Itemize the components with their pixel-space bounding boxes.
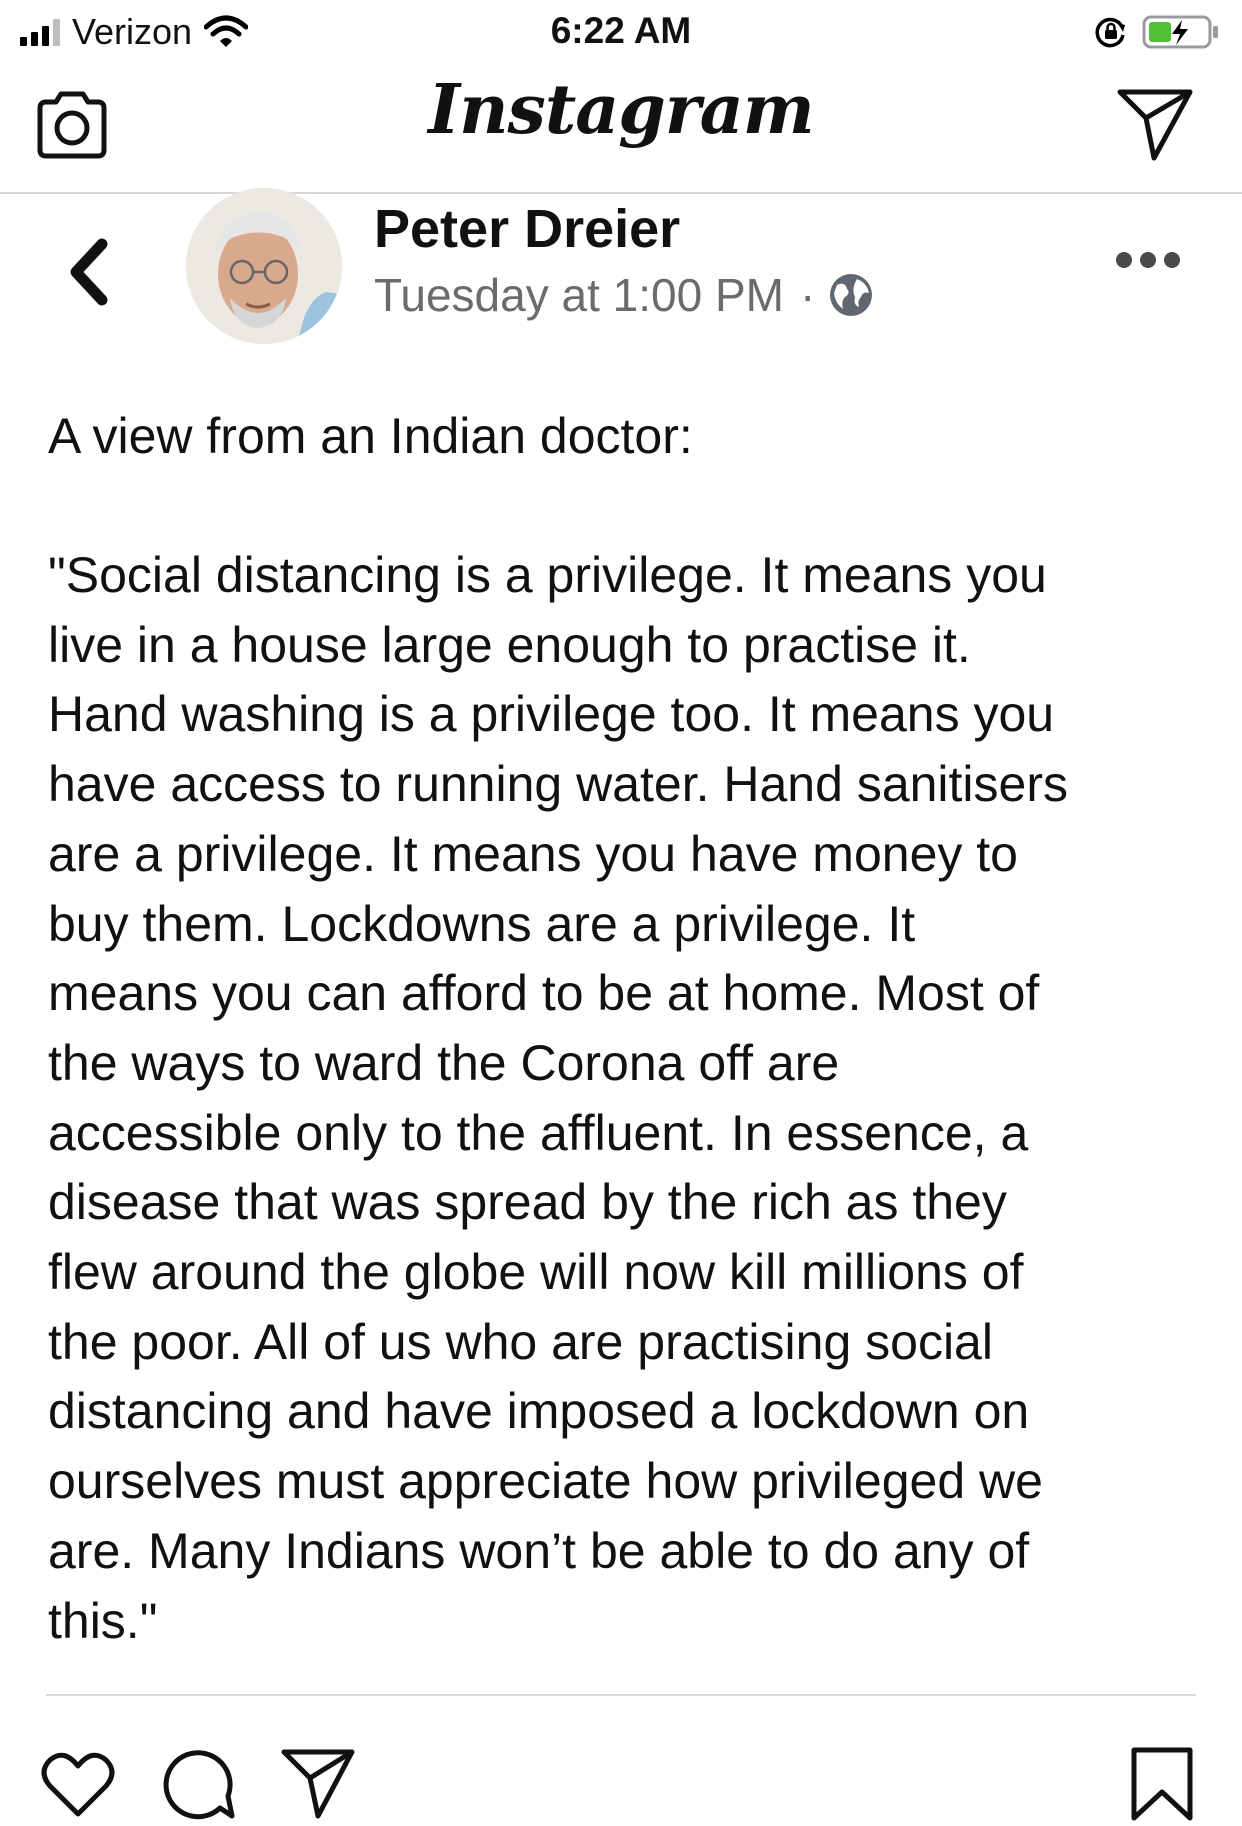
share-icon[interactable]	[280, 1746, 356, 1822]
post-body-line: disease that was spread by the rich as t…	[48, 1174, 1007, 1231]
post-body-line: ourselves must appreciate how privileged…	[48, 1453, 1043, 1510]
post-timestamp[interactable]: Tuesday at 1:00 PM	[374, 268, 784, 322]
comment-icon[interactable]	[160, 1746, 236, 1822]
post-body-line: live in a house large enough to practise…	[48, 616, 971, 673]
post-header: Peter Dreier Tuesday at 1:00 PM ·	[0, 188, 1242, 362]
orientation-lock-icon	[1095, 17, 1125, 48]
avatar-photo	[186, 188, 342, 344]
post-body-line: buy them. Lockdowns are a privilege. It	[48, 895, 916, 952]
status-time: 6:22 AM	[550, 10, 692, 51]
app-header: Instagram	[0, 64, 1242, 194]
post-body-line: the poor. All of us who are practising s…	[48, 1313, 993, 1370]
direct-message-icon[interactable]	[1116, 86, 1194, 162]
heart-icon[interactable]	[40, 1746, 116, 1822]
instagram-logo: Instagram	[428, 70, 814, 150]
post-body-line: are a privilege. It means you have money…	[48, 825, 1018, 882]
status-right	[1094, 10, 1220, 54]
more-options-icon[interactable]	[1116, 252, 1180, 268]
post-meta: Tuesday at 1:00 PM ·	[374, 268, 875, 322]
post-body-line: the ways to ward the Corona off are	[48, 1034, 840, 1091]
post-intro: A view from an Indian doctor:	[48, 408, 693, 464]
status-bar: Verizon 6:22 AM	[0, 0, 1242, 64]
post-body-line: Hand washing is a privilege too. It mean…	[48, 686, 1055, 743]
back-chevron-icon[interactable]	[62, 232, 118, 312]
post-body-line: "Social distancing is a privilege. It me…	[48, 547, 1047, 603]
globe-icon	[830, 274, 873, 316]
post-body: "Social distancing is a privilege. It me…	[48, 541, 1208, 1656]
divider	[46, 1694, 1196, 1696]
post-body-line: distancing and have imposed a lockdown o…	[48, 1383, 1030, 1440]
author-avatar[interactable]	[186, 188, 342, 344]
battery-charging-icon	[1142, 15, 1218, 49]
post-body-line: have access to running water. Hand sanit…	[48, 756, 1068, 813]
post-body-line: are. Many Indians won’t be able to do an…	[48, 1522, 1030, 1579]
action-bar	[0, 1740, 1242, 1826]
meta-separator: ·	[799, 269, 816, 321]
bookmark-icon[interactable]	[1124, 1746, 1200, 1822]
post-body-line: this."	[48, 1592, 158, 1649]
post-body-line: means you can afford to be at home. Most…	[48, 965, 1040, 1022]
author-name[interactable]: Peter Dreier	[374, 198, 680, 260]
post-body-line: flew around the globe will now kill mill…	[48, 1244, 1024, 1301]
post-body-line: accessible only to the affluent. In esse…	[48, 1104, 1029, 1161]
